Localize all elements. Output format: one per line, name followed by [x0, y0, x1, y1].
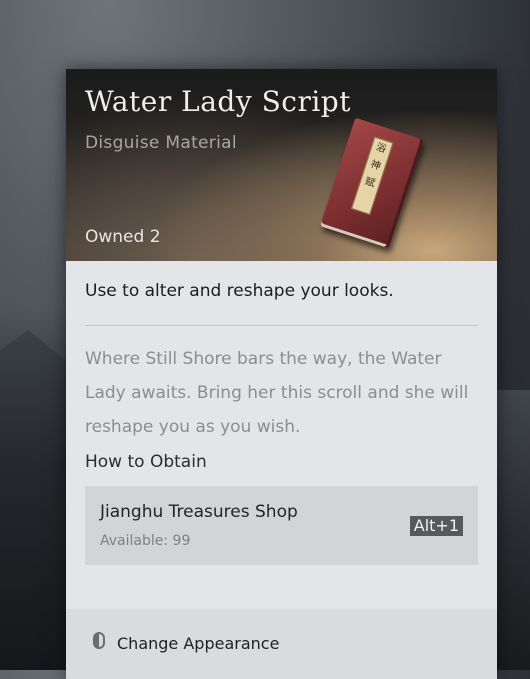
hotkey-badge: Alt+1: [409, 516, 463, 536]
obtain-availability: Available: 99: [100, 533, 191, 549]
item-description: Use to alter and reshape your looks.: [85, 281, 394, 301]
obtain-source-name: Jianghu Treasures Shop: [100, 502, 298, 522]
book-item-image: 浴 神 赋: [320, 117, 424, 249]
item-lore: Where Still Shore bars the way, the Wate…: [85, 349, 469, 437]
change-appearance-action[interactable]: Change Appearance: [117, 634, 279, 653]
owned-count: Owned 2: [85, 227, 161, 247]
item-tooltip-card: Water Lady Script Disguise Material 浴 神 …: [66, 69, 497, 679]
background-ridge-left: [0, 330, 70, 670]
how-to-obtain-heading: How to Obtain: [85, 452, 207, 472]
divider: [85, 325, 478, 326]
mouse-icon: [93, 632, 105, 649]
item-header: Water Lady Script Disguise Material 浴 神 …: [66, 69, 497, 261]
action-footer[interactable]: Change Appearance: [66, 609, 497, 679]
item-title: Water Lady Script: [85, 85, 351, 118]
item-category: Disguise Material: [85, 133, 237, 153]
obtain-source-entry[interactable]: Jianghu Treasures Shop Available: 99 Alt…: [85, 486, 478, 565]
item-body: Use to alter and reshape your looks. Whe…: [66, 281, 497, 565]
book-label: 浴 神 赋: [351, 136, 394, 215]
